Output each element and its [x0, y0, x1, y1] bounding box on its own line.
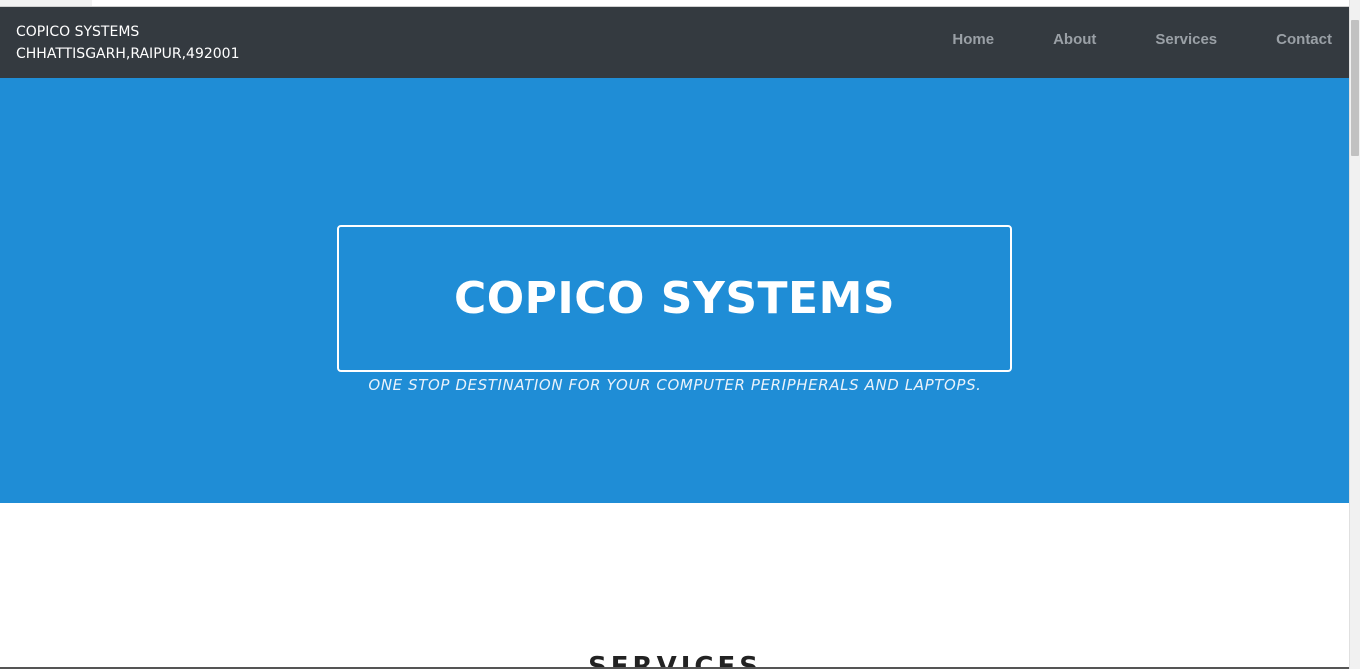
browser-tab-edge [0, 0, 92, 6]
nav-link-contact[interactable]: Contact [1276, 31, 1332, 48]
brand-address: CHHATTISGARH,RAIPUR,492001 [16, 46, 240, 62]
hero-title: COPICO SYSTEMS [453, 273, 896, 324]
hero-subtitle: ONE STOP DESTINATION FOR YOUR COMPUTER P… [368, 376, 982, 394]
nav-links: Home About Services Contact [893, 31, 1332, 48]
browser-top-edge [0, 0, 1350, 7]
nav-link-about[interactable]: About [1053, 31, 1096, 48]
nav-link-home[interactable]: Home [952, 31, 994, 48]
nav-link-services[interactable]: Services [1155, 31, 1217, 48]
brand-name: COPICO SYSTEMS [16, 24, 140, 40]
hero-section: COPICO SYSTEMS ONE STOP DESTINATION FOR … [0, 78, 1350, 503]
browser-viewport: COPICO SYSTEMS CHHATTISGARH,RAIPUR,49200… [0, 0, 1360, 669]
brand[interactable]: COPICO SYSTEMS CHHATTISGARH,RAIPUR,49200… [16, 21, 240, 65]
navbar: COPICO SYSTEMS CHHATTISGARH,RAIPUR,49200… [0, 7, 1350, 78]
hero-title-box: COPICO SYSTEMS [337, 225, 1012, 372]
scrollbar-thumb[interactable] [1351, 20, 1359, 156]
vertical-scrollbar[interactable] [1349, 0, 1360, 669]
